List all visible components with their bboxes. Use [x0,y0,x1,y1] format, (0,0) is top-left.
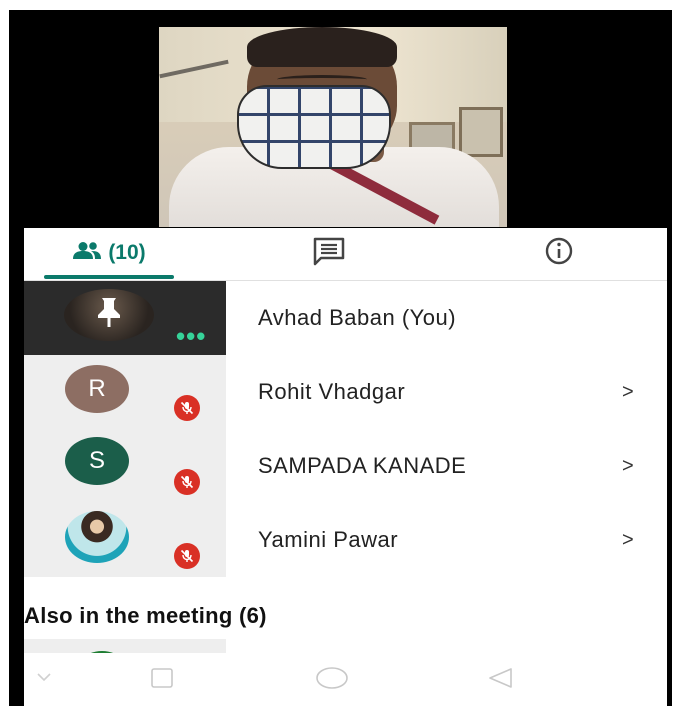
participant-row[interactable]: R Rohit Vhadgar > [24,355,667,429]
mic-off-icon [174,395,200,421]
chat-icon [312,236,346,271]
meeting-tabs: (10) [24,228,667,281]
avatar-initial: R [88,375,106,402]
mic-off-icon [174,543,200,569]
participant-name: Avhad Baban (You) [258,305,457,330]
participant-thumbnail: S [24,429,226,503]
back-icon[interactable] [24,663,64,693]
tab-people[interactable]: (10) [44,228,174,278]
avatar: R [65,365,129,413]
person-hair [247,27,397,67]
participant-row[interactable]: Yamini Pawar > [24,503,667,577]
participant-thumbnail: R [24,355,226,429]
participant-name: SAMPADA KANADE [258,453,467,478]
participant-row-self[interactable]: ••• Avhad Baban (You) [24,281,667,355]
wall-picture [459,107,503,157]
recents-icon[interactable] [142,663,182,693]
also-in-meeting-heading: Also in the meeting (6) [24,603,267,628]
mic-off-icon [174,469,200,495]
self-video-thumbnail [64,289,154,341]
android-nav-bar [24,653,667,708]
participant-name: Rohit Vhadgar [258,379,406,404]
chevron-right-icon[interactable]: > [622,503,634,577]
home-icon[interactable] [312,663,352,693]
tab-chat[interactable] [289,228,369,278]
active-tab-indicator [44,275,174,279]
face-mask [237,85,391,169]
video-area [24,25,667,228]
pin-icon [94,295,124,336]
chevron-right-icon[interactable]: > [622,429,634,503]
self-video-feed[interactable] [159,27,507,227]
chevron-right-icon[interactable]: > [622,355,634,429]
participant-thumbnail: ••• [24,281,226,355]
people-icon [72,241,102,266]
participant-list: ••• Avhad Baban (You) R Rohit Vhadgar > … [24,281,667,581]
participant-thumbnail [24,503,226,577]
participant-count: (10) [108,241,146,264]
avatar-photo [65,511,129,563]
avatar-initial: S [88,447,105,474]
person-eyes [277,75,367,84]
avatar: S [65,437,129,485]
info-icon [544,236,574,271]
participant-name: Yamini Pawar [258,527,399,552]
back-triangle-icon[interactable] [480,663,520,693]
screenshot-frame: (10) ••• Avhad Baban (You) R Rohit Vhadg… [9,10,672,708]
participant-row[interactable]: S SAMPADA KANADE > [24,429,667,503]
meeting-screen: (10) ••• Avhad Baban (You) R Rohit Vhadg… [24,25,667,708]
more-options-icon[interactable]: ••• [176,323,206,349]
tab-info[interactable] [519,228,599,278]
